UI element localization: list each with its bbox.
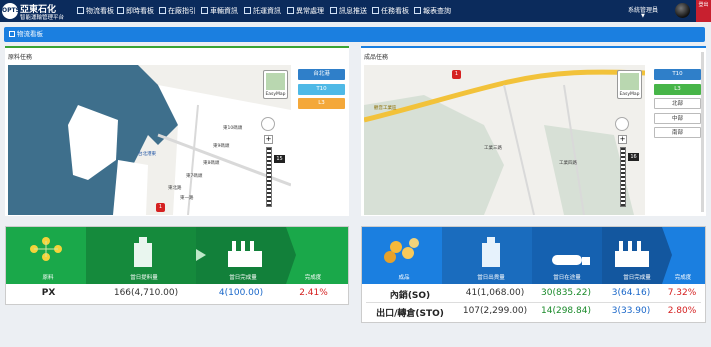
map-pin-marker[interactable]: 1 — [452, 70, 461, 79]
row-shipped: 41(1,068.00) — [465, 288, 525, 298]
zoom-in-button[interactable]: + — [618, 135, 627, 144]
warning-icon — [287, 7, 294, 14]
row-shipped: 107(2,299.00) — [462, 306, 528, 316]
row-done: 4(100.00) — [218, 288, 264, 298]
consignment-icon — [244, 7, 251, 14]
avatar[interactable] — [675, 3, 690, 18]
top-navigation-bar: OPTS 亞東石化 智能運輸管理平台 物流看板 即時看板 在廠指引 車輛資訊 託… — [0, 0, 711, 22]
map-label: 工業四路 — [559, 161, 577, 166]
molecule-icon — [30, 237, 62, 261]
product-stats-header: 成品 當日出貨量 當日在途量 當日完成量 完成度 — [362, 227, 705, 284]
zoom-level-badge: 15 — [274, 155, 285, 163]
panel-title: 原料任務 — [8, 54, 33, 61]
map-pan-control[interactable] — [615, 117, 629, 131]
nav-item-vehicle-info[interactable]: 車輛資訊 — [201, 6, 238, 17]
row-divider — [366, 302, 701, 303]
dashboard-icon — [77, 7, 84, 14]
section-header: 物流看板 — [4, 27, 705, 42]
map-label: 東10碼頭 — [223, 126, 243, 131]
panel-title: 成品任務 — [364, 54, 389, 61]
row-done: 3(64.16) — [611, 288, 651, 298]
legend-t10[interactable]: T10 — [654, 69, 701, 80]
legend-north[interactable]: 北部 — [654, 98, 701, 109]
report-icon — [414, 7, 421, 14]
zoom-slider[interactable] — [266, 147, 272, 207]
map-terrain — [8, 65, 291, 215]
col-header-material: 原料 — [42, 275, 54, 281]
raw-material-map[interactable]: EasyMap + 15 1 台北港東 東8碼頭 東7碼頭 東9碼頭 東10碼頭… — [8, 65, 291, 215]
col-header-daily-done: 當日完成量 — [623, 275, 651, 281]
row-rate: 2.41% — [299, 288, 328, 298]
row-rate: 7.32% — [667, 288, 697, 298]
nav-item-message-push[interactable]: 訊息推送 — [330, 6, 367, 17]
row-transit: 30(835.22) — [541, 288, 591, 298]
product-pellets-icon — [384, 238, 419, 263]
row-product-name: 出口/轉倉(STO) — [376, 309, 444, 319]
row-material-name: PX — [41, 288, 56, 298]
nav-item-report-query[interactable]: 報表查詢 — [414, 6, 451, 17]
col-header-product: 成品 — [398, 275, 410, 281]
task-icon — [372, 7, 379, 14]
plant-guide-icon — [159, 7, 166, 14]
col-header-daily-planned: 當日提料量 — [130, 275, 158, 281]
row-transit: 14(298.84) — [541, 306, 591, 316]
row-done: 3(33.90) — [611, 306, 651, 316]
row-planned: 166(4,710.00) — [113, 288, 179, 298]
easymap-toggle[interactable]: EasyMap — [617, 70, 642, 99]
company-logo[interactable]: OPTS 亞東石化 智能運輸管理平台 — [2, 2, 70, 21]
zoom-slider[interactable] — [620, 147, 626, 207]
map-label: 工業三路 — [484, 146, 502, 151]
nav-item-plant-guide[interactable]: 在廠指引 — [159, 6, 196, 17]
zoom-in-button[interactable]: + — [264, 135, 273, 144]
zoom-level-badge: 16 — [628, 153, 639, 161]
truck-icon — [201, 7, 208, 14]
legend-t10[interactable]: T10 — [298, 84, 345, 95]
logout-button[interactable]: 登出 — [696, 0, 711, 22]
section-title: 物流看板 — [17, 30, 43, 38]
nav-item-consignment-info[interactable]: 託運資訊 — [244, 6, 281, 17]
raw-stats-header: 原料 當日提料量 當日完成量 完成度 — [6, 227, 348, 284]
col-header-rate: 完成度 — [304, 275, 322, 281]
chevron-down-icon[interactable]: ▼ — [641, 13, 645, 19]
realtime-icon — [117, 7, 124, 14]
logo-badge: OPTS — [2, 3, 20, 19]
map-terrain — [364, 69, 645, 215]
dashboard-icon — [9, 31, 15, 37]
legend-taipei-port[interactable]: 台北港 — [298, 69, 345, 80]
map-label: 東北路 — [168, 186, 182, 191]
col-header-rate: 完成度 — [674, 275, 692, 281]
map-label: 東8碼頭 — [203, 161, 220, 166]
legend-l3[interactable]: L3 — [298, 98, 345, 109]
nav-item-realtime-board[interactable]: 即時看板 — [117, 6, 154, 17]
easymap-thumbnail — [266, 73, 285, 90]
nav-item-exception-handling[interactable]: 異常處理 — [287, 6, 324, 17]
raw-material-stats-panel: 原料 當日提料量 當日完成量 完成度 PX 166(4,710.00) 4(10… — [5, 226, 349, 305]
map-label: 台北港東 — [138, 152, 156, 157]
message-icon — [330, 7, 337, 14]
map-label: 東一路 — [180, 196, 194, 201]
row-product-name: 內銷(SO) — [389, 291, 431, 301]
nav-item-task-board[interactable]: 任務看板 — [372, 6, 409, 17]
legend-central[interactable]: 中部 — [654, 113, 701, 124]
col-header-daily-transit: 當日在途量 — [553, 275, 581, 281]
legend-south[interactable]: 南部 — [654, 127, 701, 138]
map-pan-control[interactable] — [261, 117, 275, 131]
logo-subtitle: 智能運輸管理平台 — [20, 15, 65, 21]
row-rate: 2.80% — [667, 306, 697, 316]
col-header-daily-shipped: 當日出貨量 — [477, 275, 505, 281]
product-map[interactable]: EasyMap + 16 1 觀音工業區 工業三路 工業四路 — [364, 65, 645, 215]
easymap-thumbnail — [620, 73, 639, 90]
nav-item-logistics-board[interactable]: 物流看板 — [77, 6, 114, 17]
scrollbar[interactable] — [701, 52, 704, 212]
legend-l3[interactable]: L3 — [654, 84, 701, 95]
map-label: 東9碼頭 — [213, 144, 230, 149]
product-task-panel: 成品任務 EasyMap + 16 1 觀音工業區 工業三路 工業四路 T10 … — [361, 46, 706, 216]
raw-material-task-panel: 原料任務 EasyMap + 15 1 台北港東 東8碼頭 東7碼頭 東9碼頭 … — [5, 46, 349, 216]
map-label: 東7碼頭 — [186, 174, 203, 179]
easymap-toggle[interactable]: EasyMap — [263, 70, 288, 99]
map-pin-marker[interactable]: 1 — [156, 203, 165, 212]
col-header-daily-done: 當日完成量 — [229, 275, 257, 281]
map-label: 觀音工業區 — [374, 106, 397, 111]
product-stats-panel: 成品 當日出貨量 當日在途量 當日完成量 完成度 內銷(SO) 41(1,068… — [361, 226, 706, 323]
